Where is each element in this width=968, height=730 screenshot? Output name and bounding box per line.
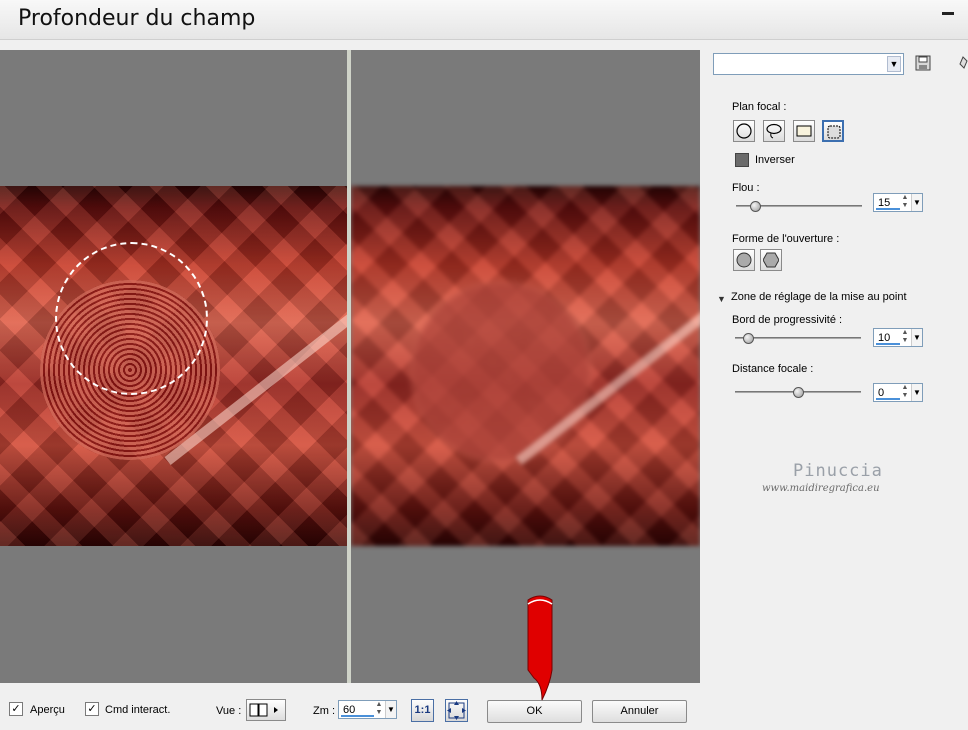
chevron-down-icon[interactable]: ▼	[887, 56, 901, 72]
split-view-icon	[249, 703, 278, 717]
focal-selection-button[interactable]	[822, 120, 844, 142]
cancel-button[interactable]: Annuler	[592, 700, 687, 723]
chevron-down-icon[interactable]: ▼	[911, 329, 922, 346]
circle-icon	[736, 252, 752, 268]
feather-slider[interactable]	[735, 330, 861, 348]
focal-rectangle-button[interactable]	[793, 120, 815, 142]
lasso-icon	[766, 123, 782, 139]
focal-distance-spinbox[interactable]: 0 ▲ ▼ ▼	[873, 383, 923, 402]
feather-spinbox[interactable]: 10 ▲ ▼ ▼	[873, 328, 923, 347]
spin-arrows-icon[interactable]: ▲ ▼	[374, 701, 384, 718]
rectangle-icon	[796, 125, 812, 137]
slider-track	[735, 337, 861, 340]
feather-label: Bord de progressivité :	[732, 314, 843, 326]
focal-distance-slider[interactable]	[735, 384, 861, 402]
selection-icon	[827, 125, 841, 139]
zoom-label: Zm :	[313, 705, 335, 717]
blur-value-underline	[876, 208, 900, 210]
preview-label: Aperçu	[30, 704, 65, 716]
aperture-circle-button[interactable]	[733, 249, 755, 271]
spin-arrows-icon[interactable]: ▲ ▼	[900, 329, 910, 346]
title-bar: Profondeur du champ	[0, 0, 968, 40]
invert-checkbox[interactable]	[735, 153, 749, 167]
slider-thumb[interactable]	[749, 201, 761, 212]
aperture-label: Forme de l'ouverture :	[732, 233, 840, 245]
view-mode-button[interactable]	[246, 699, 286, 721]
invert-label: Inverser	[755, 154, 795, 166]
preset-select[interactable]: ▼	[713, 53, 904, 75]
chevron-down-icon[interactable]: ▼	[911, 384, 922, 401]
chevron-down-icon[interactable]: ▼	[385, 701, 396, 718]
zoom-value-underline	[341, 715, 374, 717]
preview-image-after	[351, 186, 700, 546]
ellipse-icon	[736, 123, 752, 139]
focal-plane-label: Plan focal :	[732, 101, 787, 113]
preview-after	[351, 50, 700, 683]
blur-label: Flou :	[732, 182, 760, 194]
slider-thumb[interactable]	[742, 333, 754, 344]
ok-button[interactable]: OK	[487, 700, 582, 723]
zoom-fit-button[interactable]	[445, 699, 468, 722]
focal-lasso-button[interactable]	[763, 120, 785, 142]
focal-distance-value-underline	[876, 398, 900, 400]
focal-selection-circle[interactable]	[55, 242, 208, 395]
zoom-1-to-1-label: 1:1	[414, 704, 431, 716]
focal-distance-label: Distance focale :	[732, 363, 814, 375]
focus-zone-header[interactable]: Zone de réglage de la mise au point	[731, 291, 907, 303]
hexagon-icon	[763, 252, 779, 268]
zoom-actual-size-button[interactable]: 1:1	[411, 699, 434, 722]
blur-slider[interactable]	[736, 198, 862, 216]
watermark-name: Pinuccia	[793, 461, 883, 481]
collapse-triangle-icon[interactable]: ▼	[717, 294, 726, 304]
slider-thumb[interactable]	[793, 387, 804, 398]
window-title: Profondeur du champ	[18, 6, 256, 31]
save-preset-icon[interactable]	[915, 55, 932, 71]
delete-preset-icon[interactable]	[958, 55, 968, 71]
focal-ellipse-button[interactable]	[733, 120, 755, 142]
spin-arrows-icon[interactable]: ▲ ▼	[900, 194, 910, 211]
blur-spinbox[interactable]: 15 ▲ ▼ ▼	[873, 193, 923, 212]
aperture-hexagon-button[interactable]	[760, 249, 782, 271]
view-label: Vue :	[216, 705, 242, 717]
pointer-watermark-icon: pinuccia	[493, 576, 560, 702]
zoom-spinbox[interactable]: 60 ▲ ▼ ▼	[338, 700, 397, 719]
interactive-checkbox[interactable]: ✓	[85, 702, 99, 716]
interactive-label: Cmd interact.	[105, 704, 171, 716]
feather-value-underline	[876, 343, 900, 345]
preview-checkbox[interactable]: ✓	[9, 702, 23, 716]
fit-arrows-icon	[447, 701, 466, 720]
minimize-icon[interactable]	[942, 12, 954, 15]
spin-arrows-icon[interactable]: ▲ ▼	[900, 384, 910, 401]
watermark-url: www.maidiregrafica.eu	[762, 483, 880, 494]
chevron-down-icon[interactable]: ▼	[911, 194, 922, 211]
